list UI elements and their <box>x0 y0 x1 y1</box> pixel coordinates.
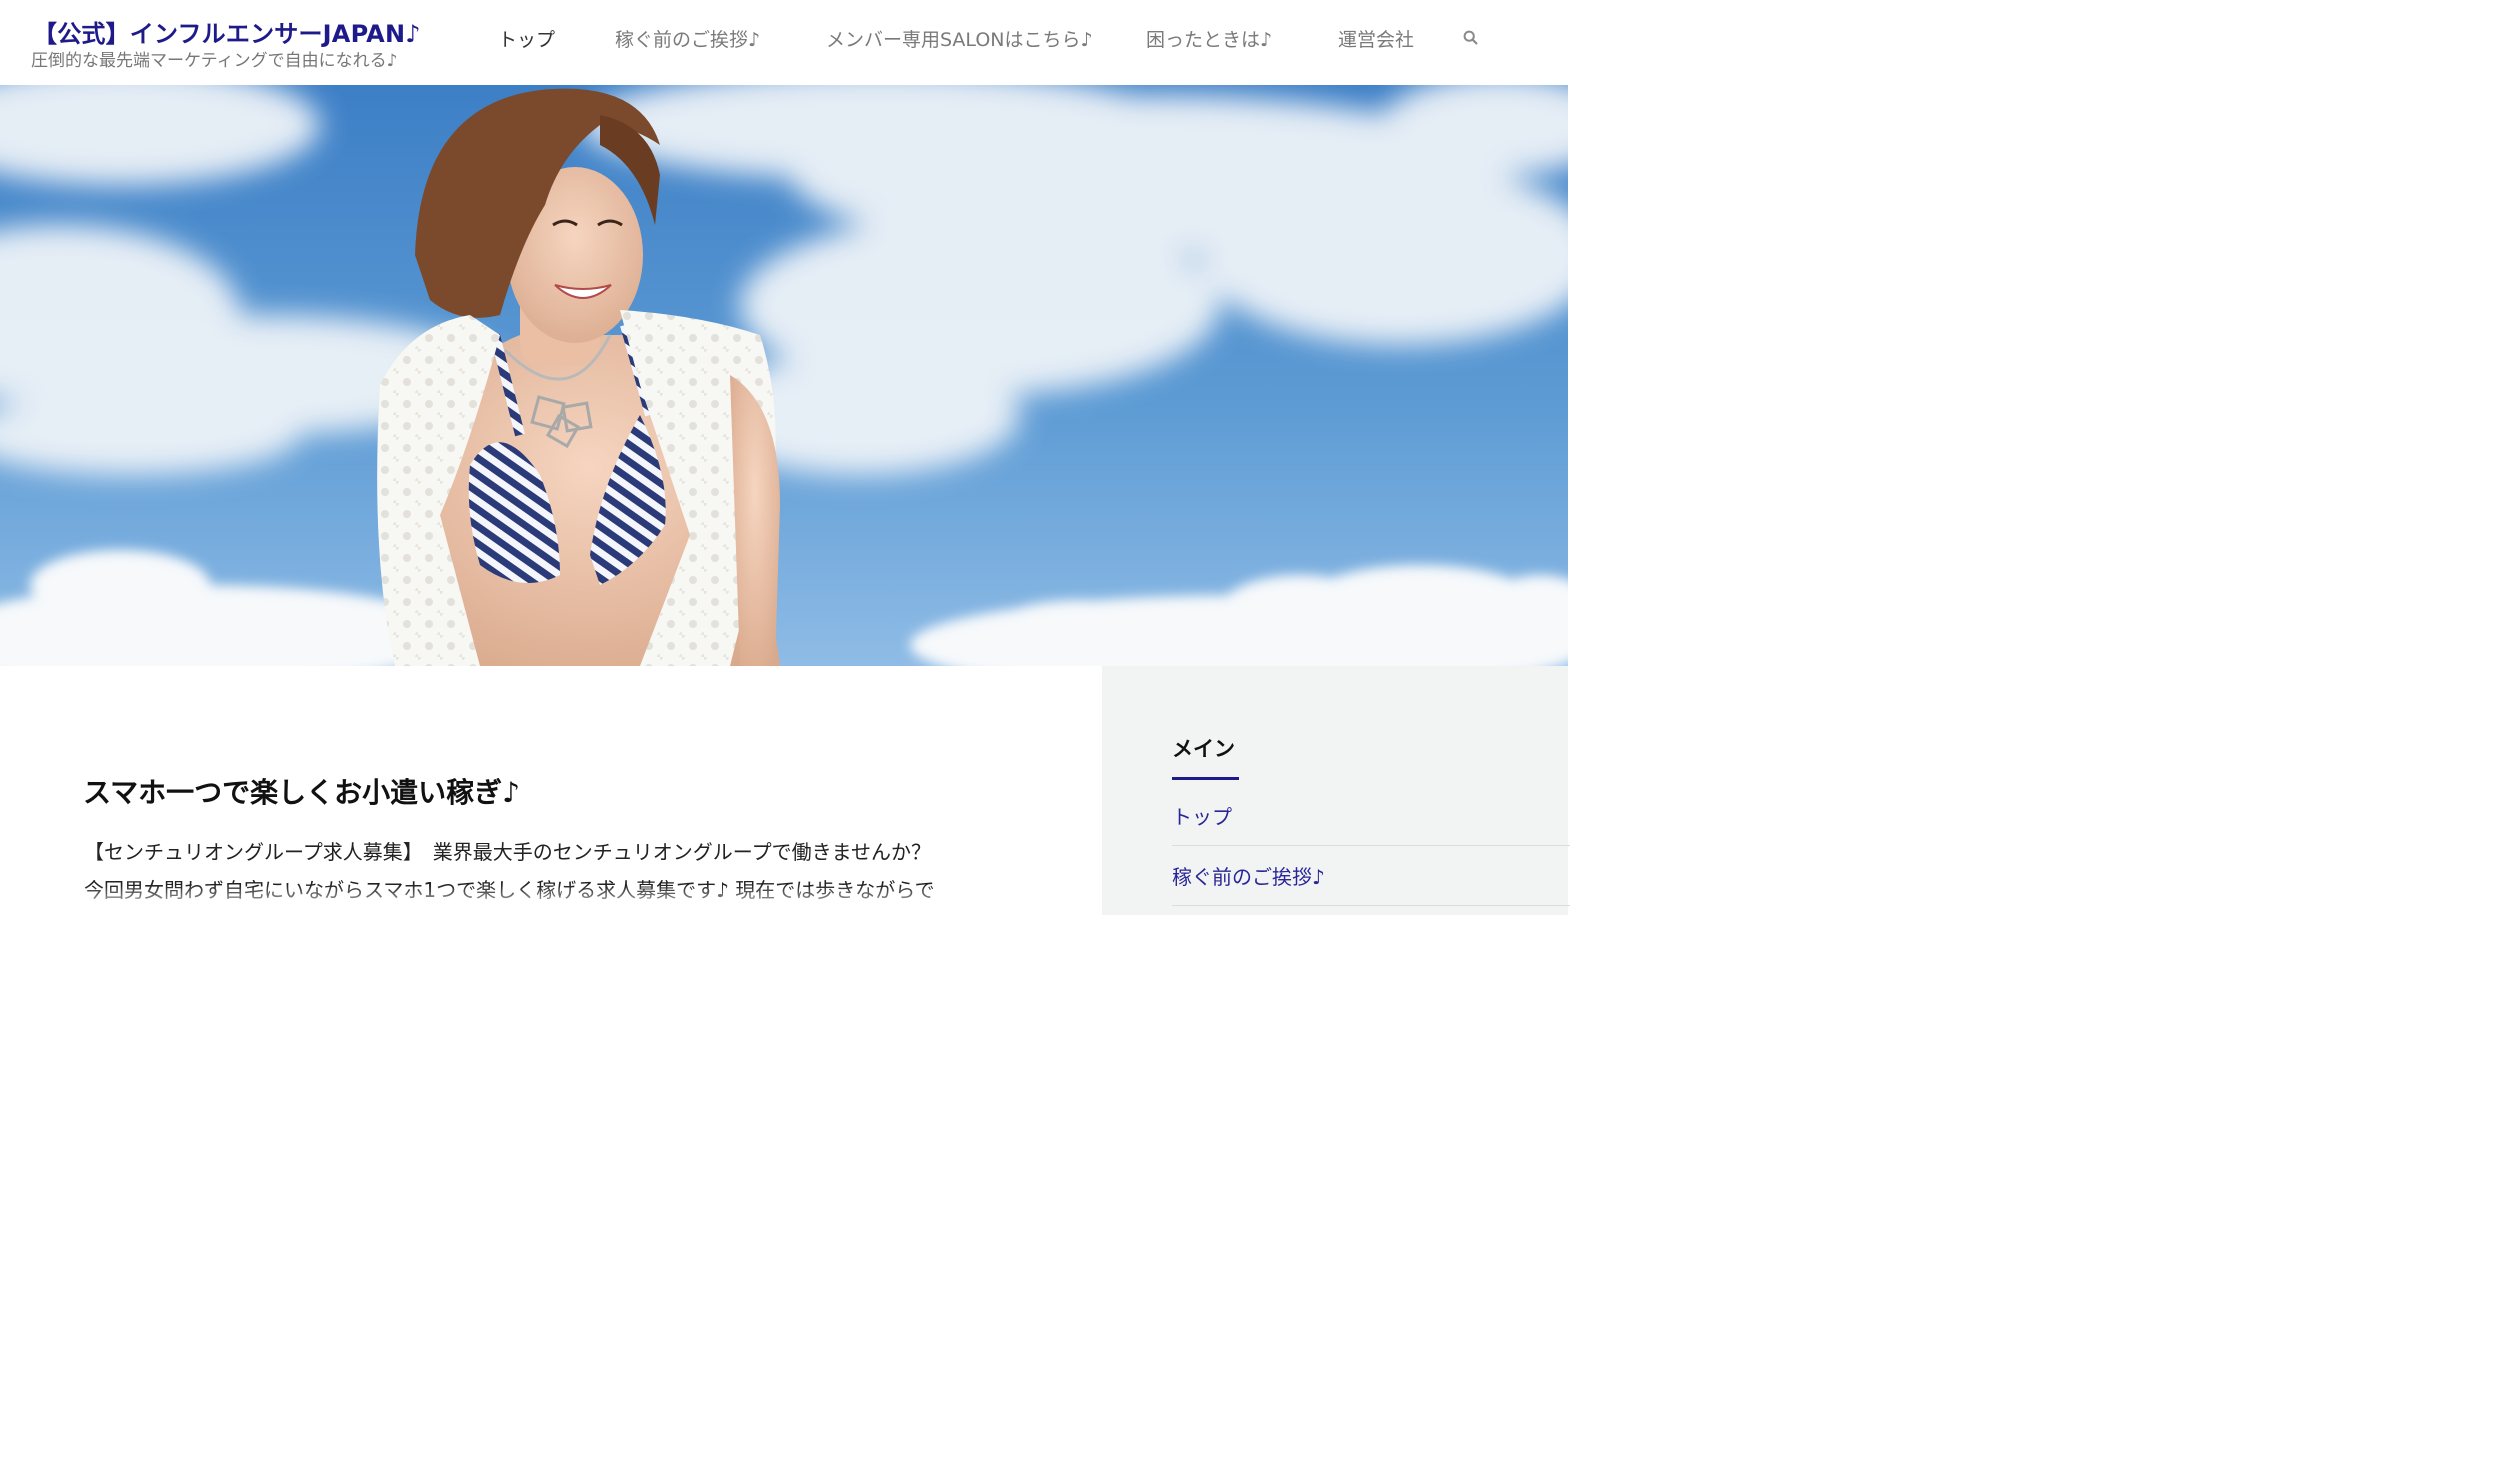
nav-item-help[interactable]: 困ったときは♪ <box>1146 25 1272 52</box>
sidebar-link-top[interactable]: トップ <box>1172 801 1232 830</box>
post-body-line-1: 【センチュリオングループ求人募集】 業界最大手のセンチュリオングループで働きませ… <box>84 840 931 864</box>
nav-item-company[interactable]: 運営会社 <box>1338 25 1414 52</box>
content-fade <box>0 885 1102 915</box>
main-content: スマホ一つで楽しくお小遣い稼ぎ♪ 【センチュリオングループ求人募集】 業界最大手… <box>0 666 1102 915</box>
nav-item-greeting[interactable]: 稼ぐ前のご挨拶♪ <box>615 25 760 52</box>
nav-item-member-salon[interactable]: メンバー専用SALONはこちら♪ <box>826 25 1093 52</box>
sidebar-divider <box>1172 845 1570 846</box>
sidebar-divider <box>1172 905 1570 906</box>
sidebar: メイン トップ 稼ぐ前のご挨拶♪ <box>1102 666 1570 915</box>
search-icon[interactable] <box>1462 29 1480 47</box>
sidebar-link-greeting[interactable]: 稼ぐ前のご挨拶♪ <box>1172 861 1325 890</box>
site-header: 【公式】インフルエンサーJAPAN♪ 圧倒的な最先端マーケティングで自由になれる… <box>0 0 1568 85</box>
hero-photo <box>0 85 1568 666</box>
hero-image <box>0 85 1568 666</box>
post-title[interactable]: スマホ一つで楽しくお小遣い稼ぎ♪ <box>83 771 520 811</box>
sidebar-widget-title: メイン <box>1172 737 1235 761</box>
main-nav: トップ 稼ぐ前のご挨拶♪ メンバー専用SALONはこちら♪ 困ったときは♪ 運営… <box>0 25 1568 55</box>
widget-title-underline <box>1172 777 1239 780</box>
nav-item-top[interactable]: トップ <box>498 25 555 52</box>
